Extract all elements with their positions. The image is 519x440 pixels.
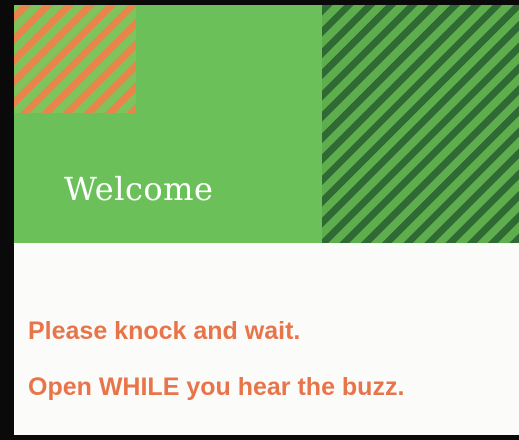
- knock-instruction: Please knock and wait.: [28, 317, 301, 345]
- dark-green-stripe-pattern: [322, 5, 519, 243]
- buzz-instruction: Open WHILE you hear the buzz.: [28, 373, 405, 401]
- photo: Welcome Please knock and wait. Open WHIL…: [0, 0, 519, 440]
- green-banner: Welcome: [14, 5, 519, 243]
- welcome-heading: Welcome: [64, 170, 214, 208]
- background-edge: [0, 435, 519, 440]
- orange-stripe-pattern: [14, 5, 136, 113]
- door-sign: Welcome Please knock and wait. Open WHIL…: [14, 5, 519, 435]
